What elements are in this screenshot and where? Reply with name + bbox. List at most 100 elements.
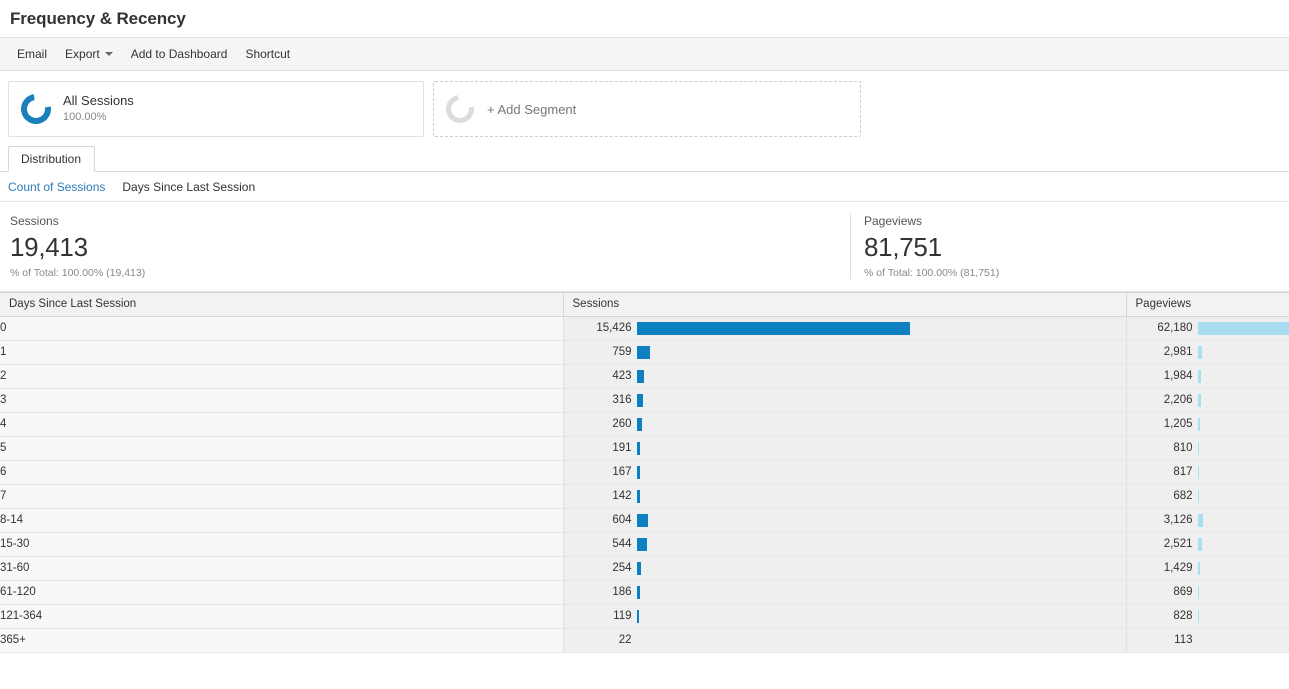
pageviews-bar	[1197, 561, 1200, 575]
column-header-sessions[interactable]: Sessions	[562, 291, 1126, 317]
pageviews-bar	[1197, 465, 1199, 479]
table-row[interactable]: 31-60 254 1,429	[0, 556, 1289, 581]
table-row[interactable]: 5 191 810	[0, 436, 1289, 461]
cell-dimension: 15-30	[0, 532, 563, 557]
sessions-value: 260	[612, 418, 632, 430]
pageviews-cell-inner: 682	[1127, 485, 1289, 508]
sessions-bar	[636, 345, 650, 359]
sessions-cell-inner: 260	[564, 413, 1126, 436]
dimension-value: 365+	[0, 634, 26, 646]
cell-dimension: 365+	[0, 628, 563, 653]
cell-dimension: 2	[0, 364, 563, 389]
dimension-value: 31-60	[0, 562, 30, 574]
pageviews-cell-inner: 828	[1127, 605, 1289, 628]
sessions-bar	[636, 585, 640, 599]
pageviews-bar	[1197, 585, 1199, 599]
table-row[interactable]: 121-364 119 828	[0, 604, 1289, 629]
dimension-value: 0	[0, 322, 7, 334]
subnav-item-count-of-sessions[interactable]: Count of Sessions	[8, 180, 105, 194]
metric-pageviews-label: Pageviews	[864, 214, 923, 228]
sessions-cell-inner: 142	[564, 485, 1126, 508]
add-to-dashboard-label: Add to Dashboard	[130, 46, 228, 61]
sessions-value: 316	[612, 394, 632, 406]
cell-pageviews: 2,521	[1125, 532, 1289, 557]
column-header-dimension[interactable]: Days Since Last Session	[0, 291, 563, 317]
dimension-value: 7	[0, 490, 7, 502]
cell-sessions: 191	[562, 436, 1126, 461]
sessions-bar	[636, 369, 644, 383]
pageviews-value: 2,981	[1163, 346, 1193, 358]
pageviews-cell-inner: 1,429	[1127, 557, 1289, 580]
cell-pageviews: 810	[1125, 436, 1289, 461]
cell-dimension: 4	[0, 412, 563, 437]
sessions-value: 119	[613, 610, 632, 622]
table-row[interactable]: 7 142 682	[0, 484, 1289, 509]
segment-bar: All Sessions 100.00% + Add Segment	[0, 71, 1289, 137]
pageviews-value: 1,205	[1163, 418, 1193, 430]
title-bar: Frequency & Recency	[0, 0, 1289, 38]
cell-pageviews: 2,206	[1125, 388, 1289, 413]
pageviews-bar	[1197, 513, 1203, 527]
sessions-value: 423	[612, 370, 632, 382]
table-row[interactable]: 8-14 604 3,126	[0, 508, 1289, 533]
sessions-bar	[636, 465, 640, 479]
table-row[interactable]: 6 167 817	[0, 460, 1289, 485]
metric-sessions: Sessions 19,413 % of Total: 100.00% (19,…	[0, 214, 850, 279]
cell-dimension: 3	[0, 388, 563, 413]
segment-all-sessions[interactable]: All Sessions 100.00%	[8, 81, 424, 137]
shortcut-button-label: Shortcut	[245, 46, 291, 61]
report-tabs: Distribution	[0, 146, 1289, 172]
tab-distribution[interactable]: Distribution	[8, 146, 96, 172]
segment-text: All Sessions 100.00%	[63, 93, 134, 125]
pageviews-value: 1,429	[1163, 562, 1193, 574]
add-to-dashboard-button[interactable]: Add to Dashboard	[122, 38, 237, 71]
sessions-value: 254	[612, 562, 632, 574]
metric-pageviews: Pageviews 81,751 % of Total: 100.00% (81…	[850, 214, 1009, 279]
shortcut-button[interactable]: Shortcut	[236, 38, 299, 71]
cell-sessions: 316	[562, 388, 1126, 413]
table-row[interactable]: 0 15,426 62,180	[0, 316, 1289, 341]
cell-pageviews: 1,984	[1125, 364, 1289, 389]
table-row[interactable]: 4 260 1,205	[0, 412, 1289, 437]
table-row[interactable]: 1 759 2,981	[0, 340, 1289, 365]
dimension-value: 2	[0, 370, 7, 382]
column-header-pageviews[interactable]: Pageviews	[1125, 291, 1289, 317]
pageviews-value: 869	[1173, 586, 1193, 598]
sessions-cell-inner: 544	[564, 533, 1126, 556]
sessions-cell-inner: 254	[564, 557, 1126, 580]
sessions-cell-inner: 316	[564, 389, 1126, 412]
cell-pageviews: 817	[1125, 460, 1289, 485]
sessions-bar	[636, 489, 640, 503]
sessions-value: 604	[612, 514, 632, 526]
pageviews-cell-inner: 113	[1127, 629, 1289, 652]
table-row[interactable]: 15-30 544 2,521	[0, 532, 1289, 557]
table-row[interactable]: 365+ 22 113	[0, 628, 1289, 653]
table-row[interactable]: 2 423 1,984	[0, 364, 1289, 389]
sessions-cell-inner: 191	[564, 437, 1126, 460]
pageviews-value: 817	[1173, 466, 1193, 478]
pageviews-value: 682	[1173, 490, 1193, 502]
export-button[interactable]: Export	[56, 38, 122, 71]
pageviews-cell-inner: 810	[1127, 437, 1289, 460]
table-row[interactable]: 61-120 186 869	[0, 580, 1289, 605]
sessions-bar	[636, 441, 640, 455]
pageviews-cell-inner: 817	[1127, 461, 1289, 484]
metric-pageviews-percent-of-total: % of Total: 100.00% (81,751)	[864, 266, 1000, 279]
cell-sessions: 544	[562, 532, 1126, 557]
subnav-item-days-since-last-session[interactable]: Days Since Last Session	[122, 180, 255, 194]
pageviews-value: 3,126	[1163, 514, 1193, 526]
sessions-bar	[636, 561, 641, 575]
cell-sessions: 142	[562, 484, 1126, 509]
email-button[interactable]: Email	[8, 38, 56, 71]
dimension-value: 61-120	[0, 586, 36, 598]
table-row[interactable]: 3 316 2,206	[0, 388, 1289, 413]
cell-pageviews: 113	[1125, 628, 1289, 653]
add-segment-button[interactable]: + Add Segment	[433, 81, 861, 137]
pageviews-cell-inner: 869	[1127, 581, 1289, 604]
dimension-value: 1	[0, 346, 7, 358]
cell-sessions: 260	[562, 412, 1126, 437]
sessions-value: 759	[612, 346, 632, 358]
cell-sessions: 22	[562, 628, 1126, 653]
cell-pageviews: 3,126	[1125, 508, 1289, 533]
metric-pageviews-value: 81,751	[864, 232, 942, 262]
